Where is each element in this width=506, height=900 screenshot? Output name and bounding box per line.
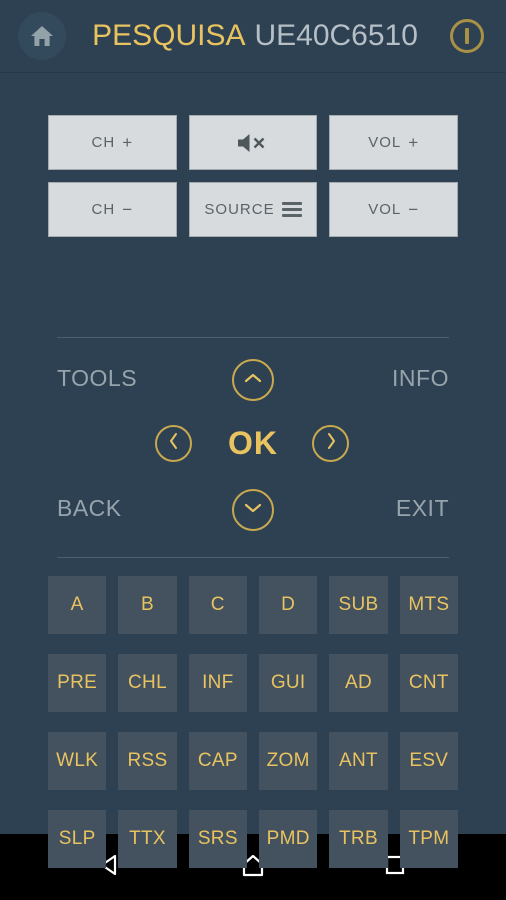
key-button[interactable]: MTS: [399, 576, 458, 634]
chevron-up-icon: [243, 371, 263, 389]
remote-app-screen: PESQUISA UE40C6510 CH + VOL + CH − SOURC…: [0, 0, 506, 900]
key-button[interactable]: RSS: [118, 732, 177, 790]
dpad-right-button[interactable]: [312, 425, 349, 462]
key-button[interactable]: PMD: [258, 810, 318, 868]
power-button[interactable]: [444, 13, 490, 59]
key-button[interactable]: B: [118, 576, 177, 634]
app-brand-label: PESQUISA: [92, 19, 246, 52]
back-button[interactable]: BACK: [57, 495, 122, 522]
tools-button[interactable]: TOOLS: [57, 365, 137, 392]
key-button[interactable]: SRS: [188, 810, 247, 868]
key-button[interactable]: ANT: [329, 732, 388, 790]
info-button[interactable]: INFO: [392, 365, 449, 392]
key-button[interactable]: A: [48, 576, 107, 634]
exit-button[interactable]: EXIT: [396, 495, 449, 522]
chevron-right-icon: [325, 431, 337, 456]
mute-button[interactable]: [188, 115, 318, 170]
hamburger-icon-line: [281, 208, 302, 211]
key-button[interactable]: WLK: [48, 732, 107, 790]
ch-up-button[interactable]: CH +: [48, 115, 177, 170]
vol-down-button[interactable]: VOL −: [329, 182, 459, 237]
key-button[interactable]: CNT: [399, 654, 458, 712]
divider-bottom: [57, 557, 449, 558]
source-button[interactable]: SOURCE: [188, 182, 318, 237]
ch-down-button[interactable]: CH −: [48, 182, 177, 237]
dpad-down-button[interactable]: [232, 489, 274, 531]
key-button[interactable]: CAP: [188, 732, 247, 790]
vol-down-label: VOL: [368, 201, 402, 218]
key-button[interactable]: INF: [188, 654, 247, 712]
ch-down-label: CH: [91, 201, 116, 218]
key-button[interactable]: SUB: [329, 576, 388, 634]
key-button[interactable]: PRE: [48, 654, 107, 712]
key-button[interactable]: TPM: [399, 810, 458, 868]
ch-down-symbol: −: [122, 199, 134, 219]
vol-down-symbol: −: [408, 199, 420, 219]
dpad-left-button[interactable]: [155, 425, 192, 462]
vol-up-symbol: +: [408, 132, 420, 152]
vol-up-label: VOL: [368, 134, 402, 151]
dpad-cluster: TOOLS INFO BACK EXIT OK: [48, 349, 458, 545]
ch-up-label: CH: [91, 134, 116, 151]
key-button[interactable]: TRB: [329, 810, 388, 868]
key-button[interactable]: CHL: [118, 654, 177, 712]
device-model-label: UE40C6510: [254, 19, 418, 52]
power-icon: [450, 19, 484, 53]
key-button[interactable]: SLP: [48, 810, 107, 868]
vol-up-button[interactable]: VOL +: [329, 115, 459, 170]
hamburger-icon: [281, 202, 302, 217]
key-button[interactable]: GUI: [258, 654, 318, 712]
home-icon: [29, 24, 55, 48]
remote-body: CH + VOL + CH − SOURCE VOL − TOOLS INFO …: [0, 73, 506, 868]
key-button[interactable]: ESV: [399, 732, 458, 790]
ch-up-symbol: +: [122, 132, 134, 152]
divider-top: [57, 337, 449, 338]
ok-button[interactable]: OK: [208, 423, 298, 463]
pad-row-1: CH + VOL +: [48, 115, 459, 170]
dpad-up-button[interactable]: [232, 359, 274, 401]
hamburger-icon-line: [281, 214, 302, 217]
transport-pad: CH + VOL + CH − SOURCE VOL −: [48, 115, 459, 249]
source-label: SOURCE: [204, 201, 275, 218]
key-button[interactable]: D: [258, 576, 318, 634]
header-title: PESQUISA UE40C6510: [66, 19, 444, 53]
key-button[interactable]: C: [188, 576, 247, 634]
chevron-left-icon: [168, 431, 180, 456]
key-button[interactable]: AD: [329, 654, 388, 712]
key-button[interactable]: ZOM: [258, 732, 318, 790]
mute-speaker-icon: [235, 132, 271, 154]
chevron-down-icon: [243, 501, 263, 519]
pad-row-2: CH − SOURCE VOL −: [48, 182, 459, 237]
home-button[interactable]: [18, 12, 66, 60]
app-header: PESQUISA UE40C6510: [0, 0, 506, 73]
power-icon-bar: [465, 28, 469, 44]
key-button[interactable]: TTX: [118, 810, 177, 868]
function-key-grid: A B C D SUB MTS PRE CHL INF GUI AD CNT W…: [48, 576, 458, 868]
hamburger-icon-line: [281, 202, 302, 205]
